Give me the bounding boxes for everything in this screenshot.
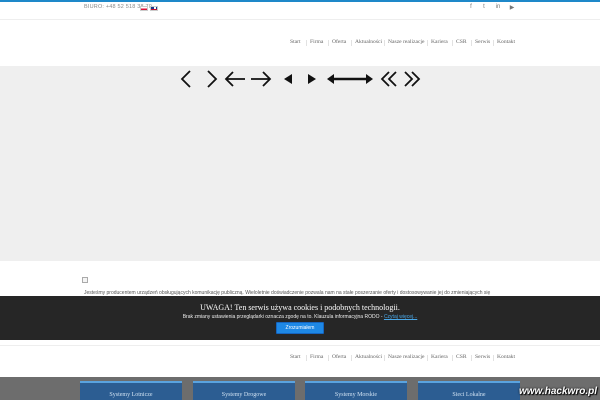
cookie-message: Brak zmiany ustawienia przeglądarki ozna… — [182, 314, 384, 320]
nav2-item-nasze-realizacje[interactable]: Nasze realizacje — [384, 354, 425, 361]
long-arrow-right-icon[interactable] — [350, 68, 374, 90]
nav-item-serwis[interactable]: Serwis — [470, 39, 490, 46]
chevron-right-icon[interactable] — [199, 68, 223, 90]
content-divider — [0, 345, 600, 346]
nav-item-start[interactable]: Start — [290, 39, 301, 45]
twitter-icon[interactable]: t — [479, 4, 489, 10]
nav-item-nasze-realizacje[interactable]: Nasze realizacje — [384, 39, 425, 46]
linkedin-icon[interactable]: in — [493, 4, 503, 10]
cookie-accept-button[interactable]: Zrozumiałem — [276, 322, 324, 334]
nav2-item-firma[interactable]: Firma — [305, 354, 323, 361]
flag-en-icon[interactable] — [150, 6, 158, 11]
nav2-item-csr[interactable]: CSR — [452, 354, 467, 361]
nav-item-firma[interactable]: Firma — [305, 39, 323, 46]
arrow-right-icon[interactable] — [249, 68, 273, 90]
hero-slider — [0, 66, 600, 261]
nav-item-oferta[interactable]: Oferta — [327, 39, 346, 46]
nav-item-kontakt[interactable]: Kontakt — [492, 39, 515, 46]
facebook-icon[interactable]: f — [466, 4, 476, 10]
cookie-text: Brak zmiany ustawienia przeglądarki ozna… — [0, 314, 600, 320]
offer-box-systemy-drogowe[interactable]: Systemy Drogowe — [193, 381, 295, 400]
offer-box-sieci-lokalne[interactable]: Sieci Lokalne — [418, 381, 520, 400]
watermark-text: www.hackwro.pl — [519, 386, 597, 397]
youtube-icon[interactable]: ▶ — [507, 4, 517, 11]
cookie-read-more-link[interactable]: Czytaj więcej... — [384, 314, 417, 320]
top-bar: BIURO: +48 52 518 38 70 f t in ▶ — [0, 2, 600, 16]
nav2-item-aktualnosci[interactable]: Aktualności — [350, 354, 382, 361]
nav2-item-serwis[interactable]: Serwis — [470, 354, 490, 361]
nav2-item-kontakt[interactable]: Kontakt — [492, 354, 515, 361]
chevron-left-icon[interactable] — [175, 68, 199, 90]
secondary-nav: Start Firma Oferta Aktualności Nasze rea… — [0, 354, 600, 366]
nav-item-csr[interactable]: CSR — [452, 39, 467, 46]
offer-box-systemy-morskie[interactable]: Systemy Morskie — [305, 381, 407, 400]
topbar-divider — [0, 19, 600, 20]
cookie-title: UWAGA! Ten serwis używa cookies i podobn… — [200, 303, 400, 312]
broken-image — [82, 277, 88, 283]
arrow-left-icon[interactable] — [223, 68, 247, 90]
double-chevron-left-icon[interactable] — [377, 68, 401, 90]
nav-item-aktualnosci[interactable]: Aktualności — [350, 39, 382, 46]
nav2-item-kariera[interactable]: Kariera — [427, 354, 448, 361]
triangle-right-icon[interactable] — [300, 68, 324, 90]
nav2-item-start[interactable]: Start — [290, 354, 301, 360]
nav-item-kariera[interactable]: Kariera — [427, 39, 448, 46]
main-nav: Start Firma Oferta Aktualności Nasze rea… — [0, 39, 600, 51]
nav2-item-oferta[interactable]: Oferta — [327, 354, 346, 361]
offer-box-systemy-lotnicze[interactable]: Systemy Lotnicze — [80, 381, 182, 400]
double-chevron-right-icon[interactable] — [400, 68, 424, 90]
long-arrow-left-icon[interactable] — [326, 68, 350, 90]
flag-pl-icon[interactable] — [140, 6, 148, 11]
triangle-left-icon[interactable] — [276, 68, 300, 90]
